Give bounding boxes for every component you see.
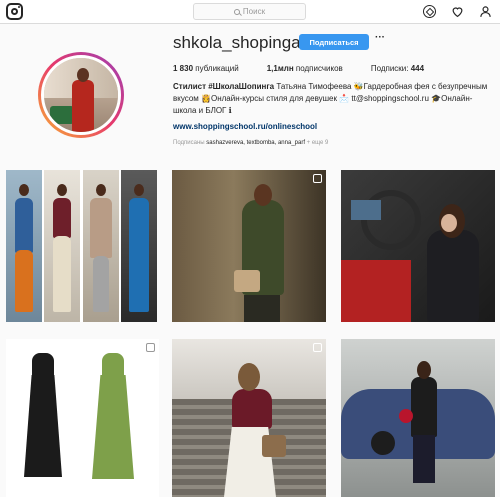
follow-button[interactable]: Подписаться <box>299 34 369 50</box>
posts-grid <box>4 168 496 497</box>
profile-website-link[interactable]: www.shoppingschool.ru/onlineschool <box>173 122 317 131</box>
following-count[interactable]: Подписки: 444 <box>371 64 424 73</box>
profile-header: shkola_shopinga Подписаться ··· 1 830 пу… <box>0 24 500 166</box>
multi-photo-icon <box>313 174 322 183</box>
posts-count: 1 830 публикаций <box>173 64 239 73</box>
post-3[interactable] <box>341 170 495 322</box>
heart-icon[interactable] <box>451 5 464 18</box>
multi-photo-icon <box>313 343 322 352</box>
more-options-button[interactable]: ··· <box>375 32 385 43</box>
avatar[interactable] <box>41 55 121 135</box>
search-placeholder: Поиск <box>242 7 266 16</box>
followed-by[interactable]: Подписаны sashazvereva, textbomba, anna_… <box>173 140 328 146</box>
search-icon <box>233 8 240 15</box>
post-5[interactable] <box>172 339 326 497</box>
compass-icon[interactable] <box>423 5 436 18</box>
story-ring[interactable] <box>38 52 124 138</box>
search-input[interactable]: Поиск <box>193 3 306 20</box>
profile-username: shkola_shopinga <box>173 33 301 52</box>
post-4[interactable] <box>6 339 159 497</box>
profile-bio: Стилист #ШколаШопинга Татьяна Тимофеева … <box>173 81 495 117</box>
bio-name: Стилист #ШколаШопинга <box>173 82 275 91</box>
post-6[interactable] <box>341 339 495 497</box>
top-navigation-bar: Поиск <box>0 0 500 24</box>
instagram-logo-icon[interactable] <box>6 3 23 20</box>
profile-stats: 1 830 публикаций 1,1млн подписчиков Подп… <box>173 64 452 73</box>
multi-photo-icon <box>146 343 155 352</box>
followers-count[interactable]: 1,1млн подписчиков <box>267 64 343 73</box>
post-1[interactable] <box>6 170 157 322</box>
person-icon[interactable] <box>479 5 492 18</box>
post-2[interactable] <box>172 170 326 322</box>
